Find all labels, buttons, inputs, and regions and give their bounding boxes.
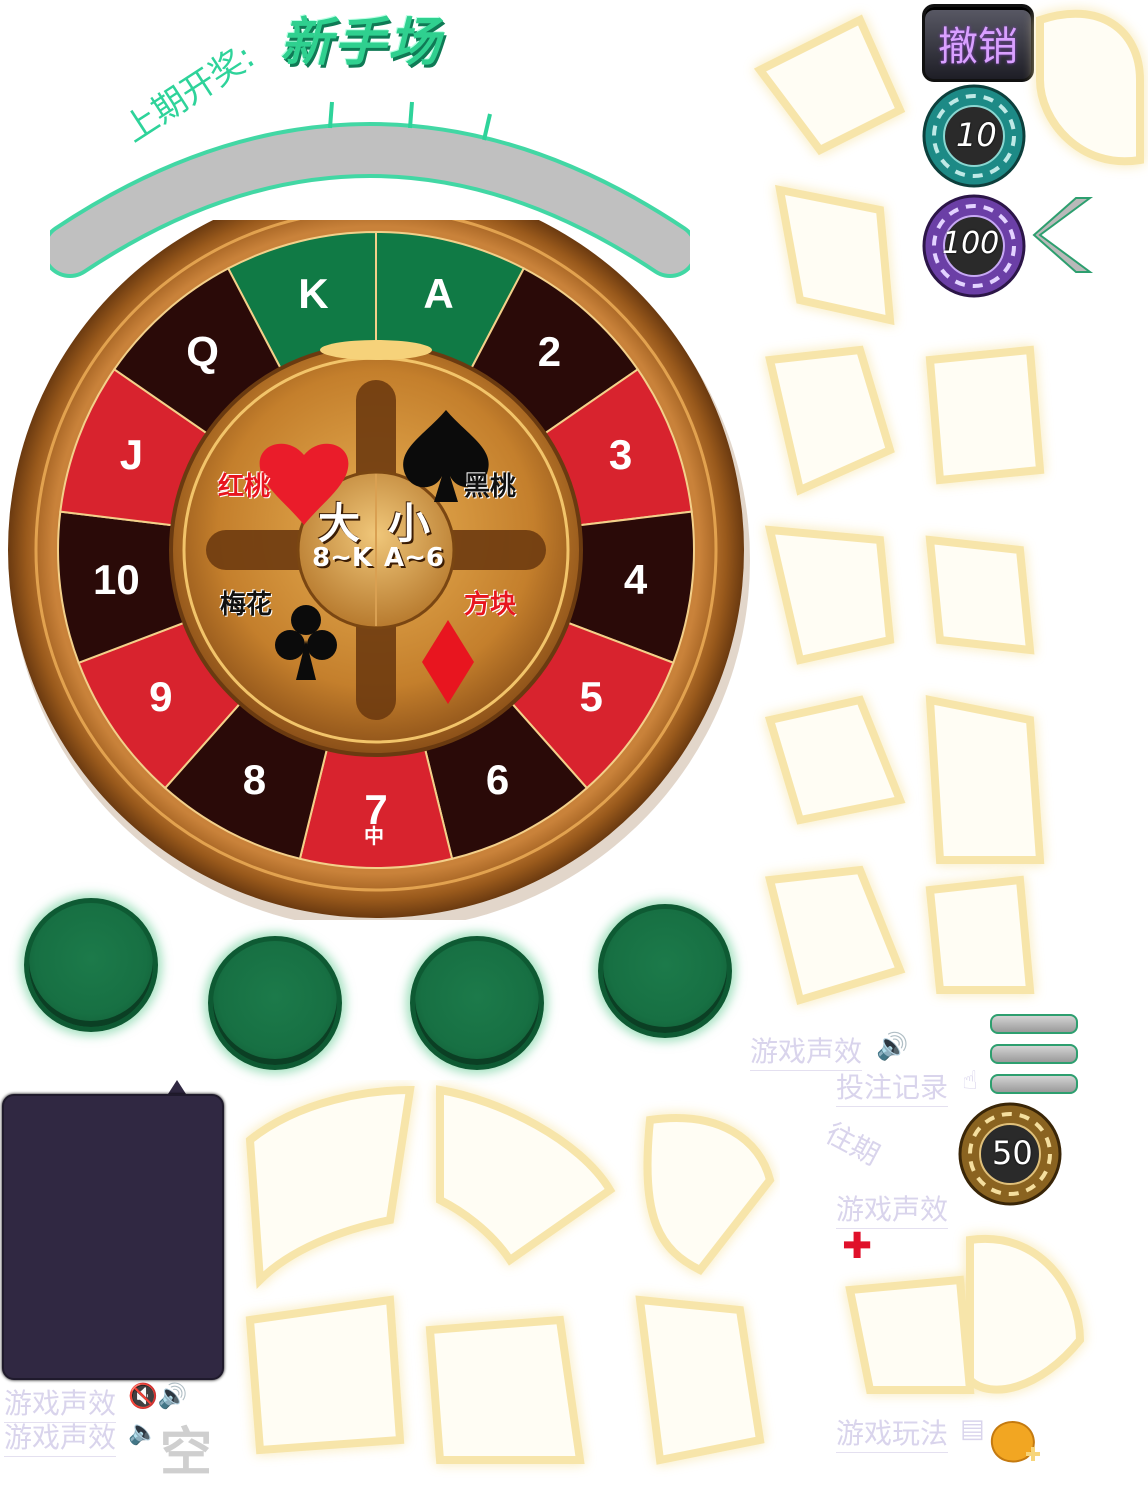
- big-range-label: 8~K: [312, 543, 373, 573]
- sound-mute-icon[interactable]: 🔇🔊: [128, 1382, 188, 1410]
- list-icon[interactable]: ▤: [960, 1414, 985, 1444]
- sound-label[interactable]: 游戏声效: [750, 1030, 863, 1071]
- wheel-slot-label-4[interactable]: 4: [606, 556, 666, 604]
- sound-label-2[interactable]: 游戏声效: [836, 1188, 949, 1229]
- rules-label[interactable]: 游戏玩法: [836, 1412, 949, 1453]
- wheel-slot-label-j[interactable]: J: [101, 431, 161, 479]
- history-label[interactable]: 投注记录: [836, 1066, 949, 1107]
- plus-icon[interactable]: ✚: [842, 1226, 872, 1267]
- menu-bar-2[interactable]: [990, 1044, 1078, 1064]
- menu-bar-3[interactable]: [990, 1074, 1078, 1094]
- sound-on-icon[interactable]: 🔊: [876, 1032, 908, 1062]
- wheel-slot-label-9[interactable]: 9: [131, 673, 191, 721]
- wheel-slot-label-6[interactable]: 6: [468, 756, 528, 804]
- seven-sub-label: 中: [364, 824, 384, 848]
- chip-50-label: 50: [992, 1134, 1033, 1172]
- wheel-slot-label-q[interactable]: Q: [173, 328, 233, 376]
- small-range-label: A~6: [384, 543, 444, 573]
- wheel-slot-label-k[interactable]: K: [283, 270, 343, 318]
- pointer-icon: ☝: [962, 1066, 978, 1096]
- tooltip-pointer: [168, 1080, 186, 1094]
- wheel-slot-label-10[interactable]: 10: [86, 556, 146, 604]
- wheel-slot-label-5[interactable]: 5: [561, 673, 621, 721]
- wheel-slot-label-2[interactable]: 2: [519, 328, 579, 376]
- bet-area-sprites-lower: [245, 1085, 775, 1465]
- wheel-slot-label-a[interactable]: A: [409, 270, 469, 318]
- sound-label-b[interactable]: 游戏声效: [4, 1416, 117, 1457]
- speaker-icon[interactable]: 🔈: [128, 1418, 158, 1446]
- wheel-slot-label-3[interactable]: 3: [591, 431, 651, 479]
- big-label[interactable]: 大: [318, 490, 360, 551]
- bet-area-sprites: [753, 9, 1144, 1394]
- info-panel: [2, 1094, 224, 1380]
- page-title: 新手场: [280, 13, 443, 73]
- diamonds-label[interactable]: 方块: [464, 584, 516, 621]
- bet-button-2[interactable]: [208, 936, 342, 1070]
- bet-button-3[interactable]: [410, 936, 544, 1070]
- wheel-slot-label-8[interactable]: 8: [224, 756, 284, 804]
- small-label[interactable]: 小: [388, 490, 430, 551]
- gold-bean-icon[interactable]: [986, 1414, 1042, 1468]
- empty-label: 空: [160, 1423, 213, 1483]
- clubs-label[interactable]: 梅花: [220, 584, 272, 621]
- spades-label[interactable]: 黑桃: [464, 466, 516, 503]
- bet-button-4[interactable]: [598, 904, 732, 1038]
- menu-bar-1[interactable]: [990, 1014, 1078, 1034]
- bet-button-1[interactable]: [24, 898, 158, 1032]
- hearts-label[interactable]: 红桃: [218, 466, 270, 503]
